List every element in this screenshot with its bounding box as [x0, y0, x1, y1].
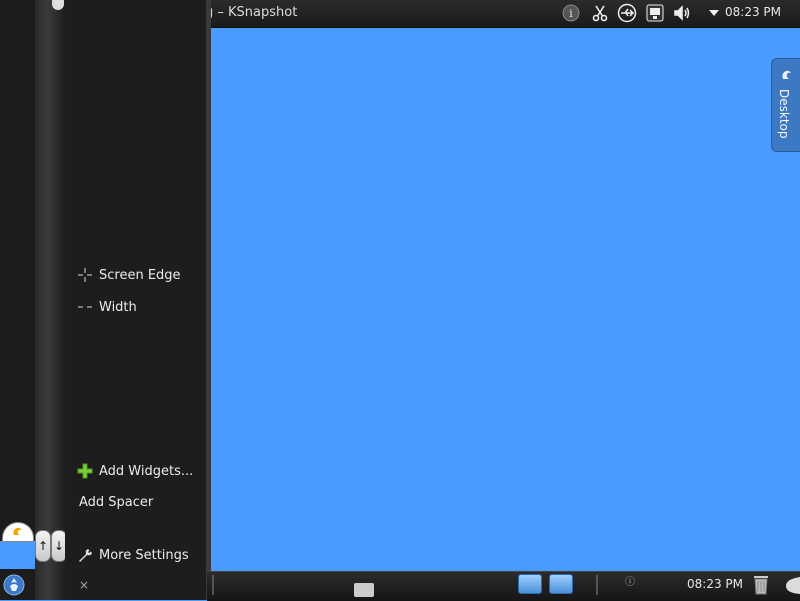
top-clock[interactable]: 08:23 PM: [725, 5, 781, 19]
scissors-icon[interactable]: [590, 3, 610, 23]
add-spacer-label: Add Spacer: [79, 495, 154, 510]
add-widgets-label: Add Widgets...: [99, 463, 194, 479]
add-spacer-button[interactable]: Add Spacer: [79, 495, 153, 510]
window-title[interactable]: g – KSnapshot: [205, 5, 297, 20]
usb-icon[interactable]: [617, 3, 637, 23]
add-icon: [77, 463, 93, 479]
panel-preview-area: [0, 541, 35, 569]
panel-separator: [596, 575, 598, 595]
screen-edge-label: Screen Edge: [99, 267, 181, 283]
screen-edge-icon: [77, 267, 93, 283]
panel-configuration: Screen Edge Width Add Widgets... Add Spa…: [65, 0, 207, 600]
folder-icon[interactable]: [549, 574, 573, 594]
width-icon: [77, 299, 93, 315]
wrench-icon: [77, 547, 93, 563]
screen-edge-button[interactable]: Screen Edge: [77, 267, 181, 283]
kickoff-launcher-icon[interactable]: [2, 574, 26, 596]
cashew-icon: [780, 67, 793, 80]
more-settings-button[interactable]: More Settings: [77, 547, 189, 563]
config-divider: [206, 0, 211, 600]
more-settings-label: More Settings: [99, 547, 189, 563]
panel-separator: [212, 575, 214, 595]
add-widgets-button[interactable]: Add Widgets...: [77, 463, 193, 479]
close-config-button[interactable]: ×: [79, 578, 89, 592]
max-size-handle[interactable]: ↑: [35, 530, 51, 562]
desktop-tab-label: Desktop: [777, 89, 791, 139]
width-button[interactable]: Width: [77, 299, 137, 315]
width-label: Width: [99, 299, 137, 315]
info-icon[interactable]: i: [561, 3, 581, 23]
ksnapshot-task-icon[interactable]: [354, 583, 374, 597]
left-panel: [0, 0, 35, 600]
folder-icon[interactable]: [518, 574, 542, 594]
network-icon[interactable]: [645, 3, 665, 23]
bottom-clock[interactable]: 08:23 PM: [687, 577, 743, 591]
svg-text:i: i: [569, 7, 573, 20]
desktop-toolbox-tab[interactable]: Desktop: [771, 58, 800, 152]
cashew-icon[interactable]: [783, 575, 800, 595]
tray-expand-icon[interactable]: [704, 3, 724, 23]
trash-icon[interactable]: [752, 573, 770, 595]
info-icon[interactable]: ⓘ: [625, 573, 635, 588]
panel-ruler: [35, 0, 65, 600]
volume-icon[interactable]: [672, 3, 692, 23]
